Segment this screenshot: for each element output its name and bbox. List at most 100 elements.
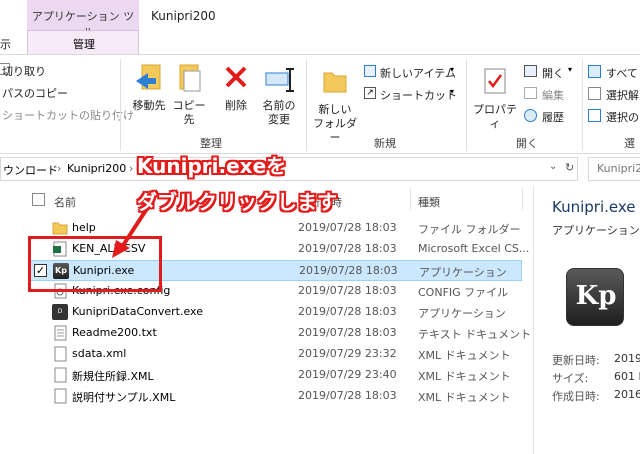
file-type: XML ドキュメント — [418, 349, 511, 362]
details-created-value: 2016/ — [614, 388, 640, 401]
file-type: アプリケーション — [419, 266, 507, 279]
file-row[interactable]: D KunipriDataConvert.exe 2019/07/28 18:0… — [28, 302, 522, 323]
rename-button[interactable]: 名前の 変更 — [258, 59, 300, 131]
select-none-icon — [588, 87, 601, 100]
properties-icon — [484, 68, 506, 94]
select-all-label: すべて — [606, 67, 638, 80]
address-dropdown-icon[interactable]: ⌄ — [549, 161, 557, 172]
new-item-button[interactable]: 新しいアイテム ▾ — [364, 63, 460, 81]
tab-manage-label: 管理 — [73, 38, 95, 51]
file-date: 2019/07/29 23:32 — [298, 347, 397, 360]
select-all-button[interactable]: すべて — [588, 63, 640, 81]
properties-label: プロパティ — [473, 103, 517, 130]
data-app-icon: D — [52, 304, 68, 320]
xml-file-icon — [54, 388, 67, 404]
file-type: XML ドキュメント — [418, 370, 511, 383]
history-label: 履歴 — [542, 111, 564, 124]
file-type: アプリケーション — [418, 307, 506, 320]
open-button[interactable]: 開く ▾ — [524, 63, 576, 81]
cut-button[interactable]: 切り取り — [2, 63, 46, 79]
move-to-button[interactable]: 移動先 — [128, 59, 170, 131]
file-date: 2019/07/28 18:03 — [298, 305, 397, 318]
tab-manage[interactable]: 管理 — [27, 30, 139, 54]
ribbon-separator — [466, 59, 467, 151]
title-bar: アプリケーション ツール 管理 Kunipri200 示 — [0, 0, 640, 54]
file-date: 2019/07/28 18:03 — [298, 242, 397, 255]
file-name: Readme200.txt — [72, 326, 157, 339]
properties-button[interactable]: プロパティ — [470, 59, 520, 131]
shortcut-button[interactable]: ↗ ショートカット ▾ — [364, 85, 460, 103]
rename-icon — [265, 68, 294, 92]
shortcut-icon: ↗ — [364, 87, 376, 99]
explorer-window: アプリケーション ツール 管理 Kunipri200 示 切り取り パスのコピー… — [0, 0, 640, 454]
ribbon-separator — [120, 59, 121, 151]
breadcrumb-downloads[interactable]: ウンロード — [3, 162, 58, 178]
search-input[interactable]: Kunipri2 — [588, 157, 640, 181]
file-list: 名前 更新日時 種類 help 2019/07/28 18:03 ファイル フォ… — [0, 186, 531, 454]
details-size-value: 601 K — [614, 370, 640, 383]
file-type: XML ドキュメント — [418, 391, 511, 404]
paste-shortcut-button[interactable]: ショートカットの貼り付け — [2, 107, 134, 123]
annotation-text-line2: ダブルクリックします — [137, 190, 337, 214]
delete-icon — [225, 66, 247, 88]
address-bar[interactable]: ウンロード › Kunipri200 › ⌄ ↻ — [0, 157, 578, 181]
text-file-icon — [54, 325, 67, 341]
file-type: Microsoft Excel CS... — [418, 242, 530, 255]
file-date: 2019/07/28 18:03 — [299, 264, 398, 277]
delete-button[interactable]: 削除 — [218, 59, 254, 131]
ribbon-separator — [582, 59, 583, 151]
file-name: 新規住所録.XML — [72, 370, 154, 383]
column-divider[interactable] — [410, 188, 411, 210]
new-folder-label-line1: 新しい — [318, 103, 352, 116]
tab-view[interactable]: 示 — [0, 36, 11, 52]
history-button[interactable]: 履歴 — [524, 107, 576, 125]
ribbon: 切り取り パスのコピー ショートカットの貼り付け 移動先 コピー先 削除 名前の… — [0, 54, 640, 154]
select-all-checkbox[interactable] — [32, 193, 45, 206]
file-row[interactable]: sdata.xml 2019/07/29 23:32 XML ドキュメント — [28, 344, 522, 365]
breadcrumb-kunipri200[interactable]: Kunipri200 — [67, 162, 126, 175]
new-item-icon — [364, 65, 376, 77]
open-label: 開く — [542, 67, 564, 80]
file-row[interactable]: 新規住所録.XML 2019/07/29 23:40 XML ドキュメント — [28, 365, 522, 386]
file-row[interactable]: 説明付サンプル.XML 2019/07/28 18:03 XML ドキュメント — [28, 386, 522, 407]
annotation-text-line1: Kunipri.exeを — [137, 154, 287, 178]
select-all-icon — [588, 65, 601, 78]
new-group-label: 新規 — [374, 137, 396, 150]
rename-label-line2: 変更 — [268, 113, 290, 126]
select-none-label: 選択解 — [606, 89, 639, 102]
kp-icon-text: Kp — [575, 281, 617, 311]
file-name: KunipriDataConvert.exe — [72, 305, 203, 318]
file-row[interactable]: Readme200.txt 2019/07/28 18:03 テキスト ドキュメ… — [28, 323, 531, 344]
file-type: ファイル フォルダー — [418, 223, 521, 236]
file-type: CONFIG ファイル — [418, 286, 509, 299]
select-group-label: 選 — [624, 137, 635, 150]
new-folder-label-line2: フォルダー — [313, 117, 357, 144]
rename-label-line1: 名前の — [262, 99, 296, 112]
chevron-down-icon: ▾ — [568, 65, 573, 74]
details-created-label: 作成日時: — [552, 390, 600, 403]
xml-file-icon — [54, 346, 67, 362]
xml-file-icon — [54, 367, 67, 383]
new-folder-button[interactable]: 新しい フォルダー — [310, 59, 360, 144]
column-header-type[interactable]: 種類 — [418, 194, 440, 210]
chevron-down-icon: ▾ — [450, 65, 455, 74]
invert-selection-icon — [588, 109, 601, 122]
file-name: 説明付サンプル.XML — [72, 391, 176, 404]
select-none-button[interactable]: 選択解 — [588, 85, 640, 103]
copy-path-button[interactable]: パスのコピー — [2, 85, 68, 101]
move-to-label: 移動先 — [132, 99, 166, 112]
column-divider[interactable] — [522, 188, 523, 210]
details-modified-value: 2019/ — [614, 352, 640, 365]
invert-selection-button[interactable]: 選択の — [588, 107, 640, 125]
copy-to-button[interactable]: コピー先 — [168, 59, 210, 131]
refresh-icon[interactable]: ↻ — [565, 161, 574, 174]
edit-button[interactable]: 編集 — [524, 85, 576, 103]
breadcrumb-separator-icon: › — [129, 162, 134, 175]
details-file-name: Kunipri.exe — [552, 198, 636, 216]
column-header-name[interactable]: 名前 — [54, 194, 76, 210]
new-folder-icon — [323, 72, 347, 93]
invert-selection-label: 選択の — [606, 111, 639, 124]
file-date: 2019/07/28 18:03 — [298, 284, 397, 297]
breadcrumb-separator-icon: › — [57, 162, 62, 175]
copy-to-label: コピー先 — [172, 99, 206, 126]
